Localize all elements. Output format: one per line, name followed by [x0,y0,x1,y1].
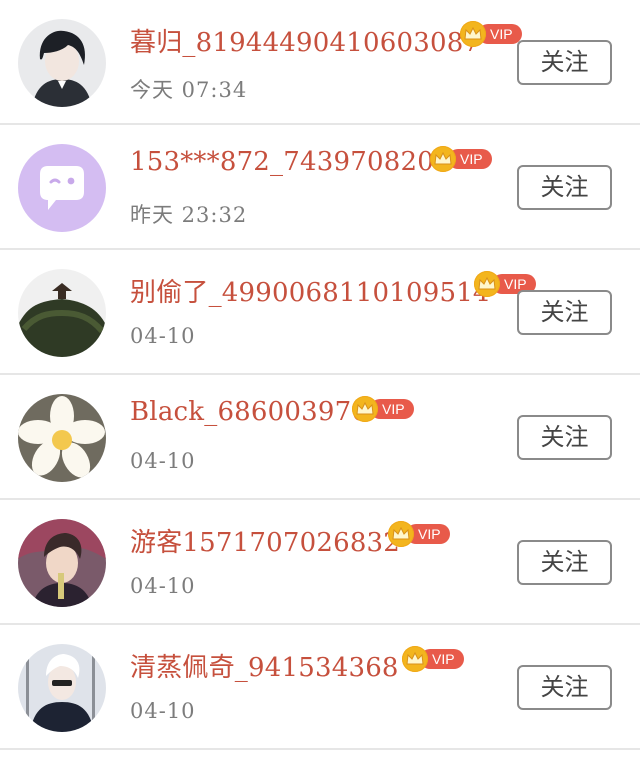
timestamp: 04-10 [130,699,196,723]
crown-icon [430,146,456,172]
crown-icon [474,271,500,297]
username[interactable]: Black_686003970 [130,397,368,427]
avatar[interactable] [18,644,106,732]
follow-button[interactable]: 关注 [517,290,612,335]
username[interactable]: 暮归_81944490410603087 [130,22,480,59]
vip-badge: VIP [402,646,464,672]
timestamp: 04-10 [130,574,196,598]
follow-button[interactable]: 关注 [517,540,612,585]
avatar-hill-pavilion-icon [18,269,106,357]
username[interactable]: 153***872_7439708204 [130,147,451,177]
follow-button[interactable]: 关注 [517,40,612,85]
vip-badge: VIP [430,146,492,172]
crown-icon [388,521,414,547]
user-list: 暮归_81944490410603087 VIP 今天 07:34 关注 153… [0,0,640,750]
vip-badge: VIP [352,396,414,422]
list-item[interactable]: 游客1571707026832 VIP 04-10 关注 [0,500,640,625]
avatar[interactable] [18,144,106,232]
list-item[interactable]: 153***872_7439708204 VIP 昨天 23:32 关注 [0,125,640,250]
avatar-plumeria-flower-icon [18,394,106,482]
crown-icon [402,646,428,672]
list-item[interactable]: 暮归_81944490410603087 VIP 今天 07:34 关注 [0,0,640,125]
crown-icon [352,396,378,422]
username[interactable]: 游客1571707026832 [130,522,400,559]
crown-icon [460,21,486,47]
avatar[interactable] [18,519,106,607]
avatar-white-hair-man-icon [18,644,106,732]
follow-button[interactable]: 关注 [517,415,612,460]
avatar[interactable] [18,19,106,107]
avatar-chat-bubble-icon [18,144,106,232]
vip-badge: VIP [388,521,450,547]
list-item[interactable]: 别偷了_4990068110109514 VIP 04-10 关注 [0,250,640,375]
username[interactable]: 清蒸佩奇_941534368 [130,647,399,684]
vip-badge: VIP [460,21,522,47]
timestamp: 今天 07:34 [130,78,248,102]
avatar[interactable] [18,394,106,482]
timestamp: 04-10 [130,324,196,348]
username[interactable]: 别偷了_4990068110109514 [130,272,490,309]
list-item[interactable]: 清蒸佩奇_941534368 VIP 04-10 关注 [0,625,640,750]
avatar-anime-boy-icon [18,19,106,107]
timestamp: 04-10 [130,449,196,473]
avatar[interactable] [18,269,106,357]
follow-button[interactable]: 关注 [517,665,612,710]
list-item[interactable]: Black_686003970 VIP 04-10 关注 [0,375,640,500]
follow-button[interactable]: 关注 [517,165,612,210]
avatar-young-man-icon [18,519,106,607]
timestamp: 昨天 23:32 [130,203,248,227]
